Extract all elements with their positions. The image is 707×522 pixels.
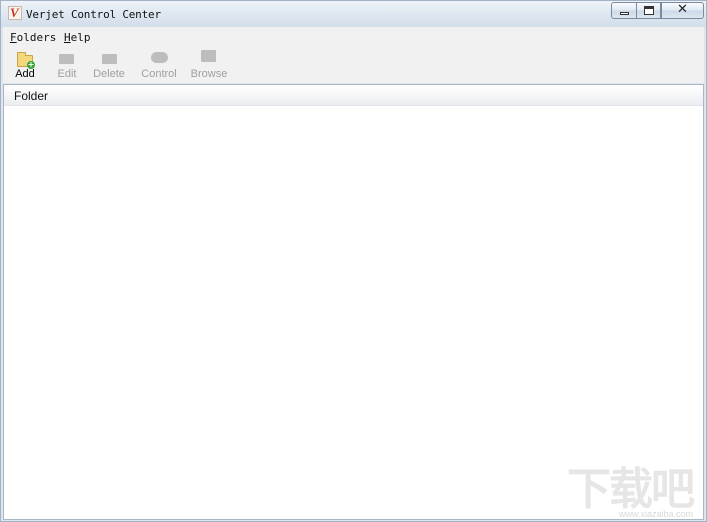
- close-icon: ✕: [677, 2, 688, 17]
- minimize-icon: [620, 12, 629, 15]
- app-window: V Verjet Control Center ✕ Folders Help +…: [0, 0, 707, 522]
- delete-button[interactable]: Delete: [89, 47, 129, 83]
- browse-icon: [201, 50, 216, 62]
- edit-icon: [59, 54, 74, 64]
- control-icon: [151, 52, 168, 63]
- close-button[interactable]: ✕: [661, 2, 704, 19]
- control-button[interactable]: Control: [137, 47, 181, 83]
- menu-help-label: elp: [70, 31, 91, 44]
- menu-help-accel: H: [64, 31, 71, 44]
- browse-button-label: Browse: [190, 68, 228, 80]
- add-button[interactable]: + Add: [9, 47, 41, 83]
- edit-button-label: Edit: [57, 68, 77, 80]
- menu-help[interactable]: Help: [64, 31, 91, 44]
- folder-add-icon: +: [17, 52, 35, 69]
- menu-folders-label: olders: [16, 31, 57, 44]
- delete-button-label: Delete: [93, 68, 125, 80]
- browse-button[interactable]: Browse: [187, 47, 231, 83]
- app-icon: V: [8, 5, 22, 20]
- delete-icon: [102, 54, 117, 64]
- toolbar: + Add Edit Delete Control Browse: [3, 47, 704, 83]
- menu-bar: Folders Help: [3, 27, 704, 47]
- minimize-button[interactable]: [611, 2, 637, 19]
- menu-folders-accel: F: [10, 31, 17, 44]
- watermark-text: 下载吧: [567, 464, 695, 515]
- edit-button[interactable]: Edit: [51, 47, 83, 83]
- watermark-url: www.xiazaiba.com: [619, 509, 694, 519]
- maximize-button[interactable]: [636, 2, 661, 19]
- column-header-folder[interactable]: Folder: [14, 89, 48, 103]
- maximize-icon: [644, 6, 654, 15]
- app-icon-letter: V: [10, 5, 19, 20]
- watermark-logo: 下载吧 www.xiazaiba.com: [567, 459, 703, 521]
- menu-folders[interactable]: Folders: [10, 31, 56, 44]
- window-title: Verjet Control Center: [26, 8, 161, 21]
- control-button-label: Control: [141, 68, 177, 80]
- add-button-label: Add: [15, 68, 35, 80]
- title-bar[interactable]: V Verjet Control Center ✕: [1, 1, 706, 27]
- list-header: Folder: [4, 85, 703, 106]
